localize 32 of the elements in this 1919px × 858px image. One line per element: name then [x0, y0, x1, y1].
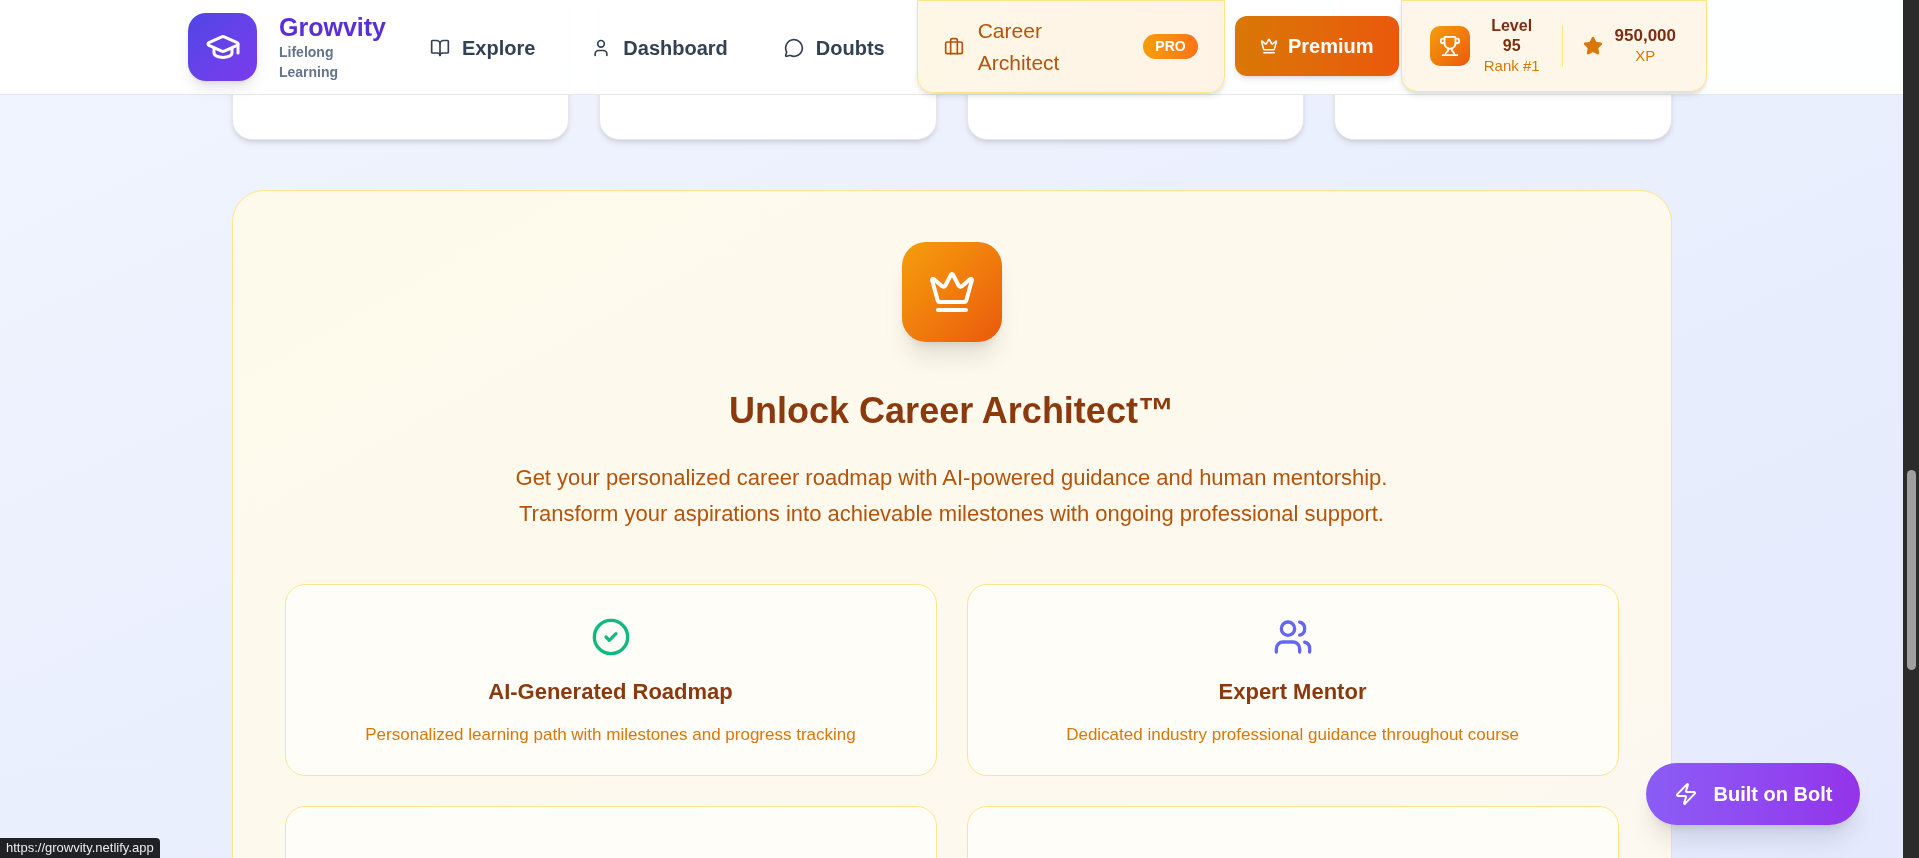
- xp-value: 950,000: [1614, 26, 1677, 46]
- graduation-cap-icon[interactable]: [188, 13, 257, 81]
- brand-tagline: Lifelong Learning: [279, 43, 340, 82]
- feature-title: Expert Mentor: [1218, 678, 1367, 706]
- check-circle-icon: [590, 617, 631, 657]
- nav-link[interactable]: Doubts: [775, 26, 893, 69]
- level-label: Level: [1491, 16, 1533, 36]
- star-icon: [1582, 36, 1603, 56]
- nav-link[interactable]: Explore: [422, 26, 544, 69]
- pro-badge: PRO: [1143, 34, 1198, 59]
- briefcase-icon: [943, 36, 964, 57]
- nav-link[interactable]: Dashboard: [583, 26, 736, 69]
- career-architect-link[interactable]: Career Architect PRO: [916, 0, 1225, 93]
- brand-name[interactable]: Growvity: [279, 12, 386, 42]
- xp-label: XP: [1635, 46, 1656, 66]
- lightning-icon: [1673, 782, 1698, 806]
- feature-title: AI-Generated Roadmap: [488, 678, 733, 706]
- crown-icon: [901, 242, 1002, 342]
- status-url: https://growvity.netlify.app: [0, 838, 160, 858]
- crown-icon: [1259, 37, 1278, 55]
- feature-description: Personalized learning path with milestones and progress tracking: [365, 724, 856, 746]
- chat-bubble-icon: [783, 37, 804, 58]
- panel-description: Get your personalized career roadmap with AI-powered guidance and human mentorship. Transform your aspirations into achievable milestones with ongoing professional support.: [514, 464, 1389, 528]
- level-value: 95: [1502, 36, 1521, 56]
- book-icon: [430, 37, 450, 58]
- users-icon: [1272, 617, 1313, 657]
- scrollbar[interactable]: [1903, 0, 1919, 858]
- built-on-bolt-button[interactable]: Built on Bolt: [1646, 763, 1860, 825]
- rank-label: Rank #1: [1483, 56, 1540, 76]
- trophy-icon: [1429, 26, 1470, 66]
- panel-title: Unlock Career Architect™: [729, 389, 1174, 433]
- feature-description: Dedicated industry professional guidance throughout course: [1066, 724, 1519, 746]
